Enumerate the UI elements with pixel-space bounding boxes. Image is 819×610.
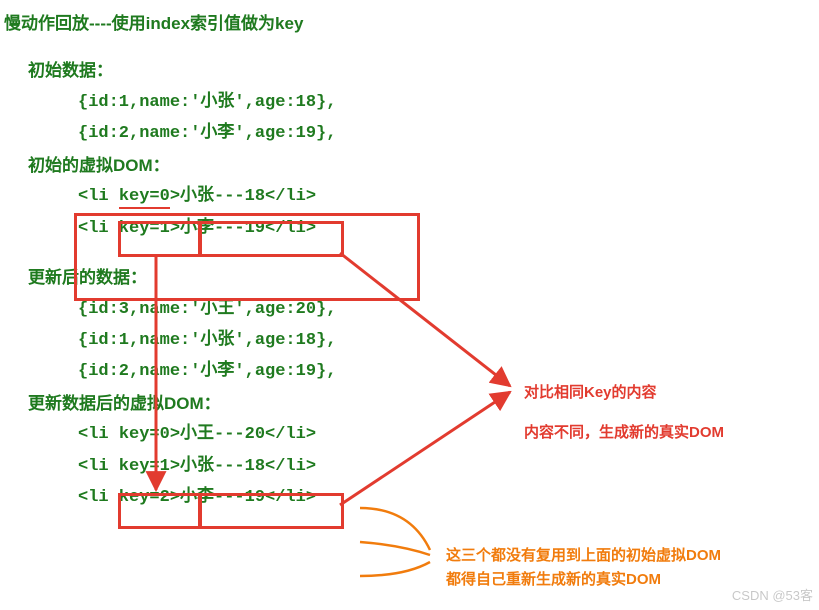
initial-data-heading: 初始数据：	[0, 55, 819, 86]
initial-data-row: {id:1,name:'小张',age:18},	[0, 87, 819, 118]
highlight-box-content-top	[198, 221, 344, 257]
highlight-box-content-bottom	[198, 493, 344, 529]
page-title: 慢动作回放----使用index索引值做为key	[0, 0, 819, 41]
initial-data-row: {id:2,name:'小李',age:19},	[0, 118, 819, 149]
annotation-diff-dom: 内容不同，生成新的真实DOM	[524, 419, 724, 447]
annotation-no-reuse-2: 都得自己重新生成新的真实DOM	[446, 566, 661, 594]
highlight-box-key0-bottom	[118, 493, 202, 529]
li-rest: >小张---18</li>	[170, 187, 316, 206]
annotation-compare-key: 对比相同Key的内容	[524, 379, 657, 407]
key-token: key=0	[119, 425, 170, 444]
updated-data-row: {id:2,name:'小李',age:19},	[0, 356, 819, 387]
li-open: <li	[78, 425, 119, 444]
li-content: 小王---20</li>	[180, 425, 316, 444]
watermark: CSDN @53客	[732, 584, 813, 608]
initial-vdom-row: <li key=0>小张---18</li>	[0, 181, 819, 212]
updated-vdom-row: <li key=1>小张---18</li>	[0, 451, 819, 482]
updated-vdom-heading: 更新数据后的虚拟DOM：	[0, 388, 819, 419]
key-token: key=0	[119, 187, 170, 209]
li-open: <li	[78, 187, 119, 206]
updated-data-row: {id:1,name:'小张',age:18},	[0, 325, 819, 356]
initial-vdom-heading: 初始的虚拟DOM：	[0, 150, 819, 181]
li-gt: >	[170, 425, 180, 444]
highlight-box-key0-top	[118, 221, 202, 257]
